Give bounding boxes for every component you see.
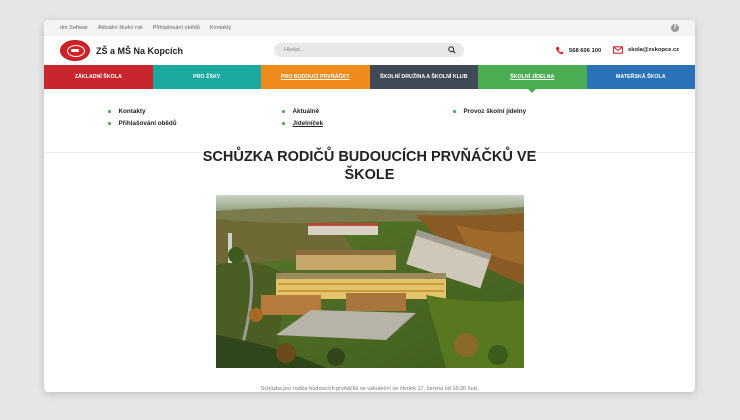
nav-kindergarten[interactable]: Mateřská škola (586, 65, 695, 89)
canteen-submenu: Kontakty Přihlašování obědů Aktuálně Jíd… (44, 89, 695, 153)
submenu-label: Aktuálně (292, 108, 320, 115)
submenu-label: Provoz školní jídelny (463, 108, 527, 115)
top-links-bar: dm Softwar Aktuální školní rok Přihlašov… (44, 20, 695, 36)
submenu-label: Přihlašování obědů (118, 120, 177, 127)
phone-number: 568 606 100 (569, 47, 602, 54)
email-address: skola@zskopce.cz (628, 47, 680, 53)
nav-label: Školní družina a školní klub (379, 74, 468, 80)
nav-school-canteen[interactable]: Školní jídelna (478, 65, 587, 93)
bullet-icon (453, 110, 456, 113)
article-text: Schůzka pro rodiče budoucích prvňáčků se… (260, 386, 479, 392)
nav-after-school-club[interactable]: Školní družina a školní klub (369, 65, 478, 89)
submenu-item-lunch-signup[interactable]: Přihlašování obědů (108, 120, 177, 127)
topbar-link-contacts[interactable]: Kontakty (210, 25, 231, 31)
site-header: ZŠ a MŠ Na Kopcích 568 606 100 skola@zsk… (44, 36, 695, 65)
bullet-icon (282, 122, 285, 125)
browser-page: dm Softwar Aktuální školní rok Přihlašov… (44, 20, 695, 392)
bullet-icon (108, 122, 111, 125)
facebook-icon[interactable]: f (671, 24, 679, 32)
nav-label: Školní jídelna (510, 74, 555, 80)
topbar-link-software[interactable]: dm Softwar (60, 25, 88, 31)
submenu-label: Jídelníček (292, 120, 323, 127)
topbar-link-lunch-signup[interactable]: Přihlašování obědů (153, 25, 200, 31)
article-title: SCHŮZKA RODIČŮ BUDOUCÍCH PRVŇÁČKŮ VE ŠKO… (202, 149, 537, 183)
school-aerial-photo (216, 195, 524, 368)
nav-label: Pro žáky (193, 74, 221, 80)
email-contact[interactable]: skola@zskopce.cz (613, 46, 679, 54)
nav-for-students[interactable]: Pro žáky (152, 65, 261, 89)
nav-label: Mateřská škola (615, 74, 666, 80)
submenu-item-contacts[interactable]: Kontakty (108, 108, 145, 115)
phone-contact[interactable]: 568 606 100 (555, 46, 601, 55)
submenu-label: Kontakty (118, 108, 146, 115)
mail-icon (613, 46, 623, 54)
submenu-item-news[interactable]: Aktuálně (282, 108, 319, 115)
phone-icon (555, 46, 564, 55)
bullet-icon (108, 110, 111, 113)
nav-future-first-graders[interactable]: Pro budoucí prvňáčky (261, 65, 370, 89)
bullet-icon (282, 110, 285, 113)
school-logo[interactable] (60, 40, 90, 61)
search-input[interactable] (274, 43, 464, 57)
nav-label: Základní škola (74, 74, 122, 80)
submenu-item-canteen-operation[interactable]: Provoz školní jídelny (453, 108, 526, 115)
nav-label: Pro budoucí prvňáčky (280, 74, 350, 80)
nav-elementary-school[interactable]: Základní škola (44, 65, 153, 89)
submenu-item-menu[interactable]: Jídelníček (282, 120, 323, 127)
search-icon[interactable] (448, 46, 456, 54)
site-title[interactable]: ZŠ a MŠ Na Kopcích (96, 46, 183, 56)
topbar-link-school-year[interactable]: Aktuální školní rok (98, 25, 143, 31)
main-navigation: Základní škola Pro žáky Pro budoucí prvň… (44, 65, 695, 93)
